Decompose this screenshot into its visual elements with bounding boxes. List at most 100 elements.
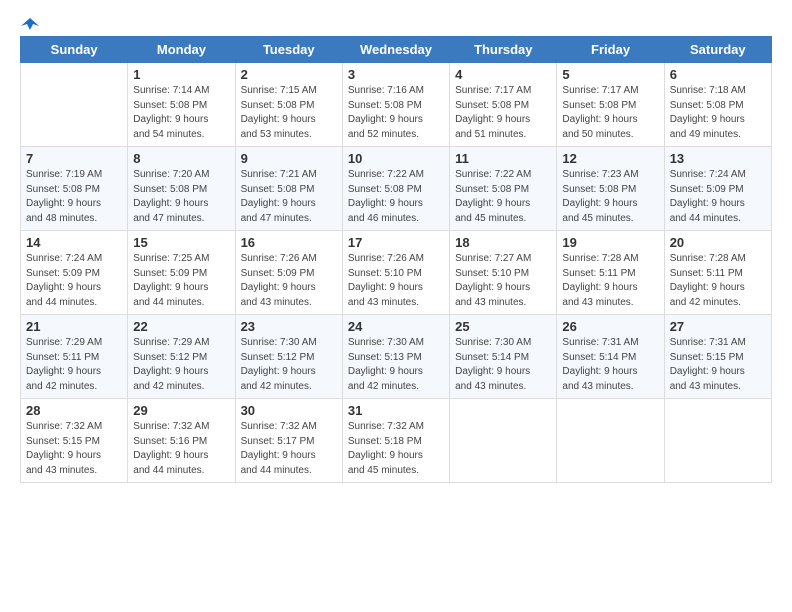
day-number: 20 [670, 235, 766, 250]
day-info: Sunrise: 7:17 AM Sunset: 5:08 PM Dayligh… [562, 84, 658, 142]
day-number: 30 [241, 403, 337, 418]
day-info: Sunrise: 7:18 AM Sunset: 5:08 PM Dayligh… [670, 84, 766, 142]
day-number: 19 [562, 235, 658, 250]
calendar-cell: 2 Sunrise: 7:15 AM Sunset: 5:08 PM Daylig… [235, 63, 342, 147]
day-number: 13 [670, 151, 766, 166]
calendar-cell: 10 Sunrise: 7:22 AM Sunset: 5:08 PM Dayli… [342, 147, 449, 231]
calendar-cell: 8Sunrise: 7:20 AM Sunset: 5:08 PM Daylig… [128, 147, 235, 231]
calendar-cell: 22 Sunrise: 7:29 AM Sunset: 5:12 PM Dayli… [128, 315, 235, 399]
day-info: Sunrise: 7:32 AM Sunset: 5:16 PM Dayligh… [133, 420, 229, 478]
day-number: 22 [133, 319, 229, 334]
day-number: 3 [348, 67, 444, 82]
col-header-saturday: Saturday [664, 37, 771, 63]
day-number: 17 [348, 235, 444, 250]
week-row-5: 28Sunrise: 7:32 AM Sunset: 5:15 PM Dayli… [21, 399, 772, 483]
day-info: Sunrise: 7:21 AM Sunset: 5:08 PM Dayligh… [241, 168, 337, 226]
day-info: Sunrise: 7:32 AM Sunset: 5:18 PM Dayligh… [348, 420, 444, 478]
calendar-cell: 1 Sunrise: 7:14 AM Sunset: 5:08 PM Daylig… [128, 63, 235, 147]
col-header-tuesday: Tuesday [235, 37, 342, 63]
day-number: 10 [348, 151, 444, 166]
day-number: 6 [670, 67, 766, 82]
calendar-cell: 3 Sunrise: 7:16 AM Sunset: 5:08 PM Daylig… [342, 63, 449, 147]
day-number: 31 [348, 403, 444, 418]
day-info: Sunrise: 7:29 AM Sunset: 5:11 PM Dayligh… [26, 336, 122, 394]
day-info: Sunrise: 7:28 AM Sunset: 5:11 PM Dayligh… [562, 252, 658, 310]
logo-bird-icon [21, 16, 39, 32]
calendar-cell: 25Sunrise: 7:30 AM Sunset: 5:14 PM Dayli… [450, 315, 557, 399]
day-info: Sunrise: 7:32 AM Sunset: 5:15 PM Dayligh… [26, 420, 122, 478]
day-number: 9 [241, 151, 337, 166]
calendar-cell: 15 Sunrise: 7:25 AM Sunset: 5:09 PM Dayli… [128, 231, 235, 315]
week-row-4: 21 Sunrise: 7:29 AM Sunset: 5:11 PM Dayli… [21, 315, 772, 399]
day-info: Sunrise: 7:26 AM Sunset: 5:09 PM Dayligh… [241, 252, 337, 310]
calendar-cell: 9 Sunrise: 7:21 AM Sunset: 5:08 PM Daylig… [235, 147, 342, 231]
day-number: 18 [455, 235, 551, 250]
day-number: 29 [133, 403, 229, 418]
day-number: 4 [455, 67, 551, 82]
day-number: 16 [241, 235, 337, 250]
calendar-cell: 16 Sunrise: 7:26 AM Sunset: 5:09 PM Dayli… [235, 231, 342, 315]
day-info: Sunrise: 7:22 AM Sunset: 5:08 PM Dayligh… [455, 168, 551, 226]
calendar-cell: 27 Sunrise: 7:31 AM Sunset: 5:15 PM Dayli… [664, 315, 771, 399]
day-info: Sunrise: 7:22 AM Sunset: 5:08 PM Dayligh… [348, 168, 444, 226]
calendar-cell: 23 Sunrise: 7:30 AM Sunset: 5:12 PM Dayli… [235, 315, 342, 399]
calendar-cell: 18 Sunrise: 7:27 AM Sunset: 5:10 PM Dayli… [450, 231, 557, 315]
col-header-monday: Monday [128, 37, 235, 63]
day-number: 1 [133, 67, 229, 82]
day-info: Sunrise: 7:32 AM Sunset: 5:17 PM Dayligh… [241, 420, 337, 478]
day-info: Sunrise: 7:26 AM Sunset: 5:10 PM Dayligh… [348, 252, 444, 310]
calendar-cell: 24 Sunrise: 7:30 AM Sunset: 5:13 PM Dayli… [342, 315, 449, 399]
calendar-cell: 28Sunrise: 7:32 AM Sunset: 5:15 PM Dayli… [21, 399, 128, 483]
day-number: 8 [133, 151, 229, 166]
day-info: Sunrise: 7:19 AM Sunset: 5:08 PM Dayligh… [26, 168, 122, 226]
calendar-cell: 5 Sunrise: 7:17 AM Sunset: 5:08 PM Daylig… [557, 63, 664, 147]
day-info: Sunrise: 7:31 AM Sunset: 5:15 PM Dayligh… [670, 336, 766, 394]
calendar-cell: 12Sunrise: 7:23 AM Sunset: 5:08 PM Dayli… [557, 147, 664, 231]
day-info: Sunrise: 7:29 AM Sunset: 5:12 PM Dayligh… [133, 336, 229, 394]
day-info: Sunrise: 7:30 AM Sunset: 5:12 PM Dayligh… [241, 336, 337, 394]
day-number: 26 [562, 319, 658, 334]
day-number: 2 [241, 67, 337, 82]
day-info: Sunrise: 7:30 AM Sunset: 5:13 PM Dayligh… [348, 336, 444, 394]
day-number: 21 [26, 319, 122, 334]
calendar-cell: 21 Sunrise: 7:29 AM Sunset: 5:11 PM Dayli… [21, 315, 128, 399]
week-row-3: 14Sunrise: 7:24 AM Sunset: 5:09 PM Dayli… [21, 231, 772, 315]
calendar-cell: 26Sunrise: 7:31 AM Sunset: 5:14 PM Dayli… [557, 315, 664, 399]
calendar-cell [450, 399, 557, 483]
day-number: 23 [241, 319, 337, 334]
calendar-cell: 7 Sunrise: 7:19 AM Sunset: 5:08 PM Daylig… [21, 147, 128, 231]
calendar-cell: 14Sunrise: 7:24 AM Sunset: 5:09 PM Dayli… [21, 231, 128, 315]
day-number: 7 [26, 151, 122, 166]
day-info: Sunrise: 7:23 AM Sunset: 5:08 PM Dayligh… [562, 168, 658, 226]
col-header-sunday: Sunday [21, 37, 128, 63]
page-header [20, 16, 772, 26]
day-info: Sunrise: 7:27 AM Sunset: 5:10 PM Dayligh… [455, 252, 551, 310]
calendar-cell: 29 Sunrise: 7:32 AM Sunset: 5:16 PM Dayli… [128, 399, 235, 483]
calendar-table: SundayMondayTuesdayWednesdayThursdayFrid… [20, 36, 772, 483]
day-number: 25 [455, 319, 551, 334]
day-number: 27 [670, 319, 766, 334]
col-header-friday: Friday [557, 37, 664, 63]
day-info: Sunrise: 7:17 AM Sunset: 5:08 PM Dayligh… [455, 84, 551, 142]
day-info: Sunrise: 7:25 AM Sunset: 5:09 PM Dayligh… [133, 252, 229, 310]
day-number: 14 [26, 235, 122, 250]
day-number: 5 [562, 67, 658, 82]
col-header-wednesday: Wednesday [342, 37, 449, 63]
calendar-cell: 4 Sunrise: 7:17 AM Sunset: 5:08 PM Daylig… [450, 63, 557, 147]
day-number: 11 [455, 151, 551, 166]
calendar-cell: 13Sunrise: 7:24 AM Sunset: 5:09 PM Dayli… [664, 147, 771, 231]
day-info: Sunrise: 7:16 AM Sunset: 5:08 PM Dayligh… [348, 84, 444, 142]
calendar-cell: 11 Sunrise: 7:22 AM Sunset: 5:08 PM Dayli… [450, 147, 557, 231]
day-info: Sunrise: 7:14 AM Sunset: 5:08 PM Dayligh… [133, 84, 229, 142]
day-number: 24 [348, 319, 444, 334]
calendar-cell [21, 63, 128, 147]
week-row-2: 7 Sunrise: 7:19 AM Sunset: 5:08 PM Daylig… [21, 147, 772, 231]
calendar-cell: 20Sunrise: 7:28 AM Sunset: 5:11 PM Dayli… [664, 231, 771, 315]
day-number: 15 [133, 235, 229, 250]
calendar-cell: 30 Sunrise: 7:32 AM Sunset: 5:17 PM Dayli… [235, 399, 342, 483]
calendar-cell: 19 Sunrise: 7:28 AM Sunset: 5:11 PM Dayli… [557, 231, 664, 315]
calendar-header-row: SundayMondayTuesdayWednesdayThursdayFrid… [21, 37, 772, 63]
day-info: Sunrise: 7:15 AM Sunset: 5:08 PM Dayligh… [241, 84, 337, 142]
calendar-cell [664, 399, 771, 483]
calendar-cell: 31 Sunrise: 7:32 AM Sunset: 5:18 PM Dayli… [342, 399, 449, 483]
